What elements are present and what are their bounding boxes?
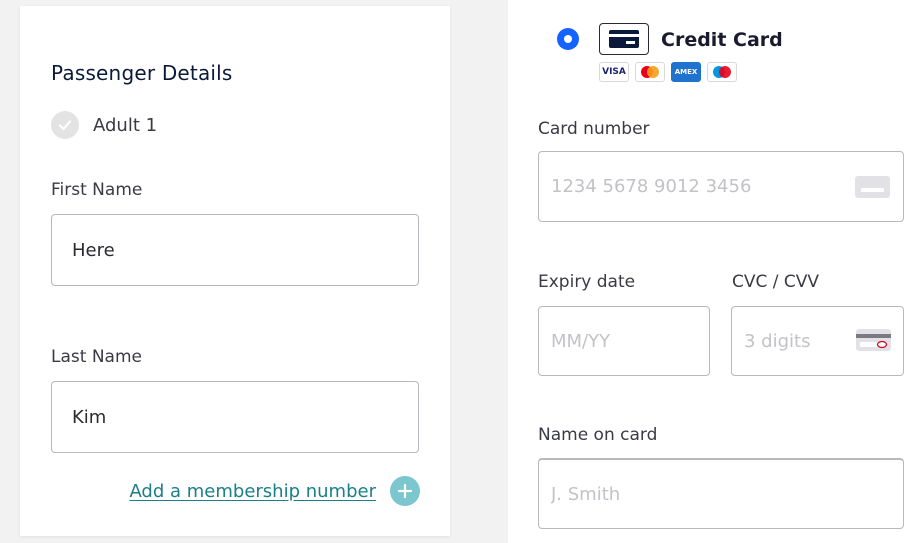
membership-row: Add a membership number [129,476,420,506]
credit-card-radio[interactable] [557,28,579,50]
name-on-card-label: Name on card [538,425,658,445]
plus-icon [397,483,413,499]
expiry-input[interactable] [538,306,710,376]
expiry-label: Expiry date [538,272,636,292]
traveler-row: Adult 1 [51,111,157,139]
passenger-details-title: Passenger Details [51,61,233,85]
cvc-card-icon [856,329,891,351]
add-membership-button[interactable] [390,476,420,506]
radio-dot [564,35,572,43]
card-number-input[interactable] [538,151,904,222]
first-name-input[interactable] [51,214,419,286]
visa-icon: VISA [599,62,629,82]
card-chip-icon [855,176,890,198]
checkmark-icon [51,111,79,139]
card-number-label: Card number [538,119,650,139]
cvc-label: CVC / CVV [732,272,820,292]
add-membership-link[interactable]: Add a membership number [129,481,376,502]
amex-icon: AMEX [671,62,701,82]
traveler-label: Adult 1 [93,114,158,136]
last-name-label: Last Name [51,347,142,367]
first-name-label: First Name [51,180,143,200]
credit-card-icon [599,23,649,55]
card-brands: VISA AMEX [599,62,737,82]
credit-card-title: Credit Card [661,29,783,51]
last-name-input[interactable] [51,381,419,453]
maestro-icon [707,62,737,82]
name-on-card-input[interactable] [538,458,904,529]
passenger-details-panel: Passenger Details Adult 1 First Name Las… [20,6,450,536]
mastercard-icon [635,62,665,82]
